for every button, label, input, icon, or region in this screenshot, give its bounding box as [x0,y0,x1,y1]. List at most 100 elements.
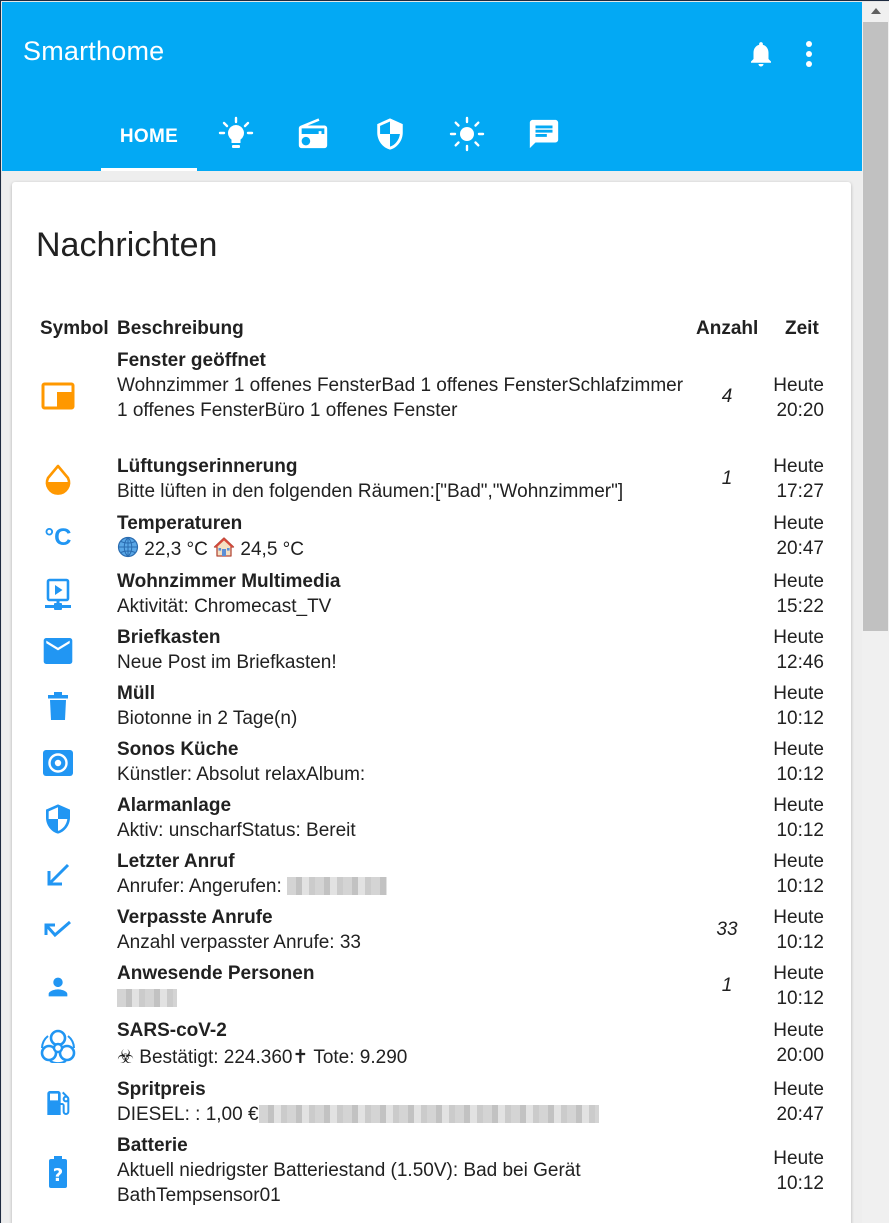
row-description: Anrufer: Angerufen: [117,876,288,897]
app-toolbar: Smarthome HOME [2,2,862,171]
sun-icon [449,116,485,157]
app-title: Smarthome [23,36,165,66]
redacted-fuel-details [258,1105,599,1123]
call-missed-icon [40,916,76,946]
tab-weather[interactable] [428,102,505,171]
scrollbar-thumb[interactable] [863,22,888,631]
row-time: Heute 20:47 [773,1079,824,1125]
row-title: Müll [117,683,155,704]
temp-inside: 24,5 °C [240,539,304,560]
row-description: DIESEL: : 1,00 € [117,1104,259,1125]
celsius-icon: °C [44,524,72,551]
multimedia-icon [40,578,76,612]
row-description: Neue Post im Briefkasten! [117,652,337,673]
card-title: Nachrichten [36,226,218,264]
row-title: Verpasste Anrufe [117,907,273,928]
more-menu-icon[interactable] [797,38,821,70]
message-icon [527,117,561,156]
table-row: ? Batterie Aktuell niedrigster Batteries… [12,1133,851,1209]
shield-icon [373,117,407,156]
table-row: SARS-coV-2 ☣ Bestätigt: 224.360✝ Tote: 9… [12,1018,851,1072]
row-title: Anwesende Personen [117,963,315,984]
row-title: Batterie [117,1135,188,1156]
tab-messages[interactable] [505,102,582,171]
row-time: Heute 10:12 [773,739,824,785]
row-time: Heute 20:00 [773,1020,824,1066]
table-row: Sonos Küche Künstler: Absolut relaxAlbum… [12,737,851,789]
water-drop-icon [40,464,76,496]
row-title: Lüftungserinnerung [117,456,298,477]
table-row: Wohnzimmer Multimedia Aktivität: Chromec… [12,569,851,621]
redacted-caller [287,877,388,895]
row-title: Spritpreis [117,1079,206,1100]
row-title: Letzter Anruf [117,851,235,872]
scroll-up-arrow-icon[interactable] [862,2,889,20]
row-description: Biotonne in 2 Tage(n) [117,708,298,729]
browser-frame: Smarthome HOME Nachrichten Symbol Beschr… [0,0,889,1223]
table-row: Verpasste Anrufe Anzahl verpasster Anruf… [12,905,851,957]
app-window: Smarthome HOME Nachrichten Symbol Beschr… [2,2,862,1223]
row-time: Heute 20:20 [773,375,824,421]
table-row: Müll Biotonne in 2 Tage(n) Heute 10:12 [12,681,851,733]
view-tabs: HOME [101,102,582,171]
row-description: Wohnzimmer 1 offenes FensterBad 1 offene… [117,375,684,421]
row-title: SARS-coV-2 [117,1020,227,1041]
notifications-bell-icon[interactable] [744,38,778,70]
row-time: Heute 17:27 [773,456,824,502]
tab-home[interactable]: HOME [101,102,197,171]
table-row: °C Temperaturen 22,3 °C 24,5 °C Heute 20… [12,511,851,565]
header-count: Anzahl [696,318,759,339]
header-description: Beschreibung [117,318,244,339]
row-time: Heute 20:47 [773,513,824,559]
row-time: Heute 10:12 [773,795,824,841]
trash-icon [40,690,76,722]
lightbulb-icon [218,116,254,157]
tab-radio[interactable] [274,102,351,171]
table-row: Fenster geöffnet Wohnzimmer 1 offenes Fe… [12,348,851,443]
row-count: 33 [716,919,738,940]
table-row: Letzter Anruf Anrufer: Angerufen: Heute … [12,849,851,901]
window-open-icon [40,380,76,412]
house-icon [213,536,235,565]
row-description: ☣ Bestätigt: 224.360✝ Tote: 9.290 [117,1047,408,1068]
row-description: Bitte lüften in den folgenden Räumen:["B… [117,481,624,502]
call-received-icon [40,860,76,890]
biohazard-icon [40,1029,76,1063]
row-title: Wohnzimmer Multimedia [117,571,341,592]
tab-security[interactable] [351,102,428,171]
table-row: Alarmanlage Aktiv: unscharfStatus: Berei… [12,793,851,845]
row-time: Heute 12:46 [773,627,824,673]
row-description: Künstler: Absolut relaxAlbum: [117,764,366,785]
row-description: Aktuell niedrigster Batteriestand (1.50V… [117,1160,581,1206]
shield-icon [40,802,76,836]
row-title: Temperaturen [117,513,243,534]
temp-outside: 22,3 °C [144,539,208,560]
tab-lights[interactable] [197,102,274,171]
row-description: Aktivität: Chromecast_TV [117,596,332,617]
row-title: Briefkasten [117,627,221,648]
header-symbol: Symbol [40,318,109,339]
fuel-icon [40,1086,76,1120]
row-time: Heute 15:22 [773,571,824,617]
redacted-persons [117,989,177,1007]
row-time: Heute 10:12 [773,1148,824,1194]
person-icon [40,972,76,1002]
table-row: Lüftungserinnerung Bitte lüften in den f… [12,454,851,506]
row-title: Sonos Küche [117,739,239,760]
table-row: Anwesende Personen 1 Heute 10:12 [12,961,851,1013]
speaker-icon [40,748,76,778]
mail-icon [40,636,76,666]
svg-text:?: ? [53,1165,63,1186]
row-title: Fenster geöffnet [117,350,266,371]
header-time: Zeit [785,318,819,339]
row-count: 1 [721,468,733,489]
messages-card: Nachrichten Symbol Beschreibung Anzahl Z… [12,182,851,1223]
table-row: Briefkasten Neue Post im Briefkasten! He… [12,625,851,677]
row-count: 4 [721,386,733,407]
row-time: Heute 10:12 [773,851,824,897]
radio-icon [296,117,330,156]
row-description: Anzahl verpasster Anrufe: 33 [117,932,361,953]
globe-icon [117,536,139,565]
vertical-scrollbar[interactable] [862,2,889,1223]
table-row: Spritpreis DIESEL: : 1,00 € Heute 20:47 [12,1077,851,1129]
